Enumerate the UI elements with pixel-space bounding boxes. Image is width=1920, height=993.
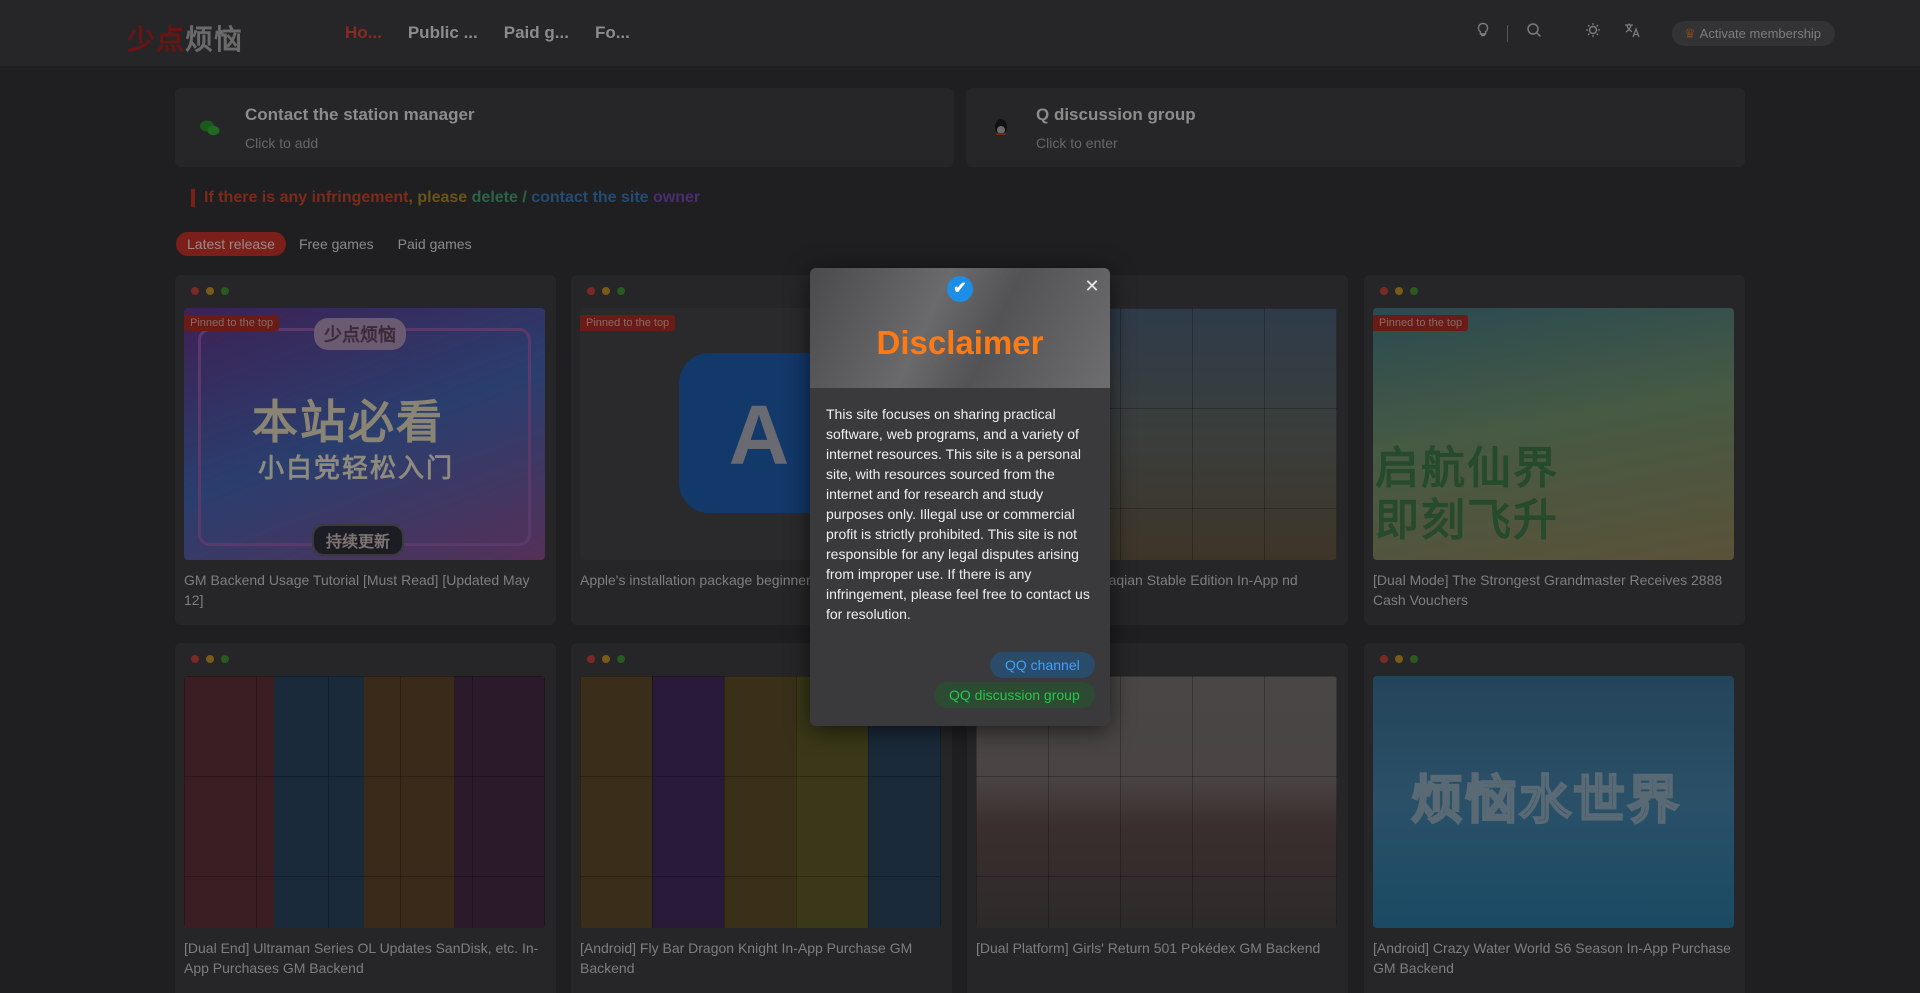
qq-channel-button[interactable]: QQ channel (990, 652, 1095, 678)
dialog-title: Disclaimer (876, 324, 1044, 361)
verified-check-icon: ✔ (947, 276, 973, 302)
dialog-body: This site focuses on sharing practical s… (826, 406, 1090, 622)
qq-discussion-group-button[interactable]: QQ discussion group (934, 682, 1095, 708)
disclaimer-dialog: ✔ ✕ Disclaimer This site focuses on shar… (810, 268, 1110, 726)
close-icon[interactable]: ✕ (1082, 276, 1102, 296)
